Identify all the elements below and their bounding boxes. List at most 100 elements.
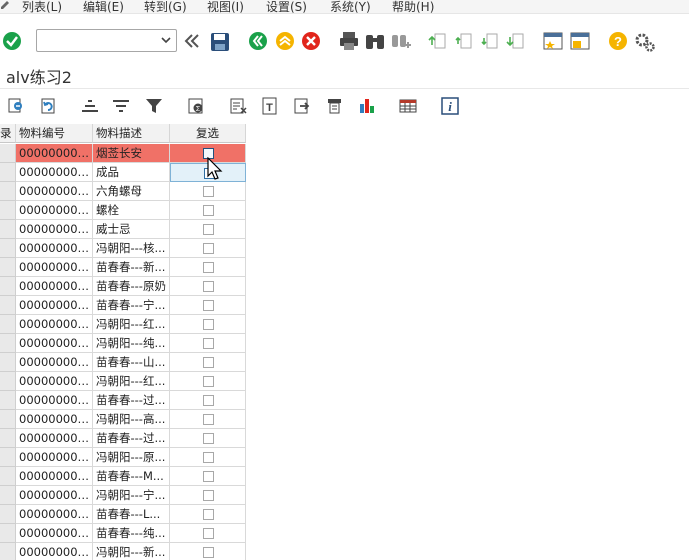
layout-icon[interactable] <box>398 96 418 116</box>
cell-desc[interactable]: 苗春春---山... <box>93 353 170 372</box>
cell-matnr[interactable]: 000000000... <box>16 467 93 486</box>
row-selector[interactable] <box>0 144 16 163</box>
back-icon[interactable] <box>248 31 268 51</box>
cell-checkbox[interactable] <box>170 315 246 334</box>
row-selector[interactable] <box>0 315 16 334</box>
command-field[interactable] <box>36 29 177 52</box>
row-checkbox[interactable] <box>203 224 214 235</box>
cell-desc[interactable]: 冯朝阳---高... <box>93 410 170 429</box>
row-checkbox[interactable] <box>203 528 214 539</box>
row-checkbox[interactable] <box>203 509 214 520</box>
row-selector-header[interactable]: 录 <box>0 124 16 143</box>
local-file-icon[interactable] <box>292 96 312 116</box>
row-checkbox[interactable] <box>203 186 214 197</box>
row-selector[interactable] <box>0 220 16 239</box>
row-checkbox[interactable] <box>203 452 214 463</box>
cell-desc[interactable]: 冯朝阳---原... <box>93 448 170 467</box>
cell-matnr[interactable]: 000000000... <box>16 258 93 277</box>
menu-view[interactable]: 视图(I) <box>207 0 244 13</box>
row-checkbox[interactable] <box>203 490 214 501</box>
cell-checkbox[interactable] <box>170 486 246 505</box>
sort-ascending-icon[interactable] <box>80 96 100 116</box>
menu-list[interactable]: 列表(L) <box>22 0 62 13</box>
column-header-checkbox[interactable]: 复选 <box>170 124 246 143</box>
cell-desc[interactable]: 烟莶长安 <box>93 144 170 163</box>
cell-desc[interactable]: 苗春春---过... <box>93 391 170 410</box>
cell-desc[interactable]: 冯朝阳---红... <box>93 315 170 334</box>
cell-matnr[interactable]: 000000000... <box>16 315 93 334</box>
cell-checkbox[interactable] <box>170 505 246 524</box>
row-selector[interactable] <box>0 239 16 258</box>
row-selector[interactable] <box>0 296 16 315</box>
column-header-desc[interactable]: 物料描述 <box>93 124 170 143</box>
cell-matnr[interactable]: 000000000... <box>16 505 93 524</box>
details-icon[interactable] <box>6 96 26 116</box>
row-selector[interactable] <box>0 163 16 182</box>
cell-matnr[interactable]: 000000000... <box>16 144 93 163</box>
row-selector[interactable] <box>0 467 16 486</box>
row-checkbox[interactable] <box>203 319 214 330</box>
cell-matnr[interactable]: 000000000... <box>16 353 93 372</box>
cell-matnr[interactable]: 000000000... <box>16 429 93 448</box>
cell-desc[interactable]: 冯朝阳---宁... <box>93 486 170 505</box>
cell-checkbox[interactable] <box>170 448 246 467</box>
cell-matnr[interactable]: 000000000... <box>16 296 93 315</box>
cell-desc[interactable]: 苗春春---L... <box>93 505 170 524</box>
row-selector[interactable] <box>0 543 16 560</box>
row-selector[interactable] <box>0 524 16 543</box>
exit-icon[interactable] <box>275 31 295 51</box>
cell-checkbox[interactable] <box>170 391 246 410</box>
double-chevron-left-icon[interactable] <box>182 32 202 50</box>
menu-system[interactable]: 系统(Y) <box>330 0 371 13</box>
row-selector[interactable] <box>0 505 16 524</box>
row-checkbox[interactable] <box>203 300 214 311</box>
next-page-icon[interactable] <box>480 31 500 51</box>
cell-desc[interactable]: 苗春春---新... <box>93 258 170 277</box>
create-session-icon[interactable] <box>542 31 564 51</box>
cell-desc[interactable]: 苗春春---M... <box>93 467 170 486</box>
first-page-icon[interactable] <box>428 31 448 51</box>
row-selector[interactable] <box>0 372 16 391</box>
previous-page-icon[interactable] <box>454 31 474 51</box>
cell-desc[interactable]: 六角螺母 <box>93 182 170 201</box>
cell-checkbox[interactable] <box>170 201 246 220</box>
cell-matnr[interactable]: 000000000... <box>16 391 93 410</box>
cell-desc[interactable]: 冯朝阳---纯... <box>93 334 170 353</box>
help-icon[interactable]: ? <box>608 31 628 51</box>
cell-matnr[interactable]: 000000000... <box>16 182 93 201</box>
export-icon[interactable] <box>228 96 248 116</box>
cell-checkbox[interactable] <box>170 334 246 353</box>
cell-checkbox[interactable] <box>170 410 246 429</box>
cell-checkbox[interactable] <box>170 543 246 560</box>
customize-layout-icon[interactable] <box>634 31 656 53</box>
row-checkbox[interactable] <box>203 243 214 254</box>
cell-desc[interactable]: 冯朝阳---红... <box>93 372 170 391</box>
row-checkbox[interactable] <box>203 376 214 387</box>
shortcut-icon[interactable] <box>569 31 591 51</box>
cell-matnr[interactable]: 000000000... <box>16 334 93 353</box>
row-selector[interactable] <box>0 486 16 505</box>
row-selector[interactable] <box>0 201 16 220</box>
cell-checkbox[interactable] <box>170 353 246 372</box>
cell-matnr[interactable]: 000000000... <box>16 524 93 543</box>
enter-check-icon[interactable] <box>2 31 22 51</box>
cell-desc[interactable]: 成品 <box>93 163 170 182</box>
find-next-icon[interactable] <box>390 31 412 51</box>
sort-descending-icon[interactable] <box>111 96 131 116</box>
row-selector[interactable] <box>0 277 16 296</box>
cell-checkbox[interactable] <box>170 258 246 277</box>
row-checkbox[interactable] <box>203 262 214 273</box>
cell-matnr[interactable]: 000000000... <box>16 372 93 391</box>
cancel-icon[interactable] <box>301 31 321 51</box>
menu-edit[interactable]: 编辑(E) <box>83 0 124 13</box>
row-selector[interactable] <box>0 334 16 353</box>
print-preview-icon[interactable] <box>325 96 345 116</box>
cell-checkbox[interactable] <box>170 467 246 486</box>
chevron-down-icon[interactable] <box>159 33 173 47</box>
cell-desc[interactable]: 苗春春---宁... <box>93 296 170 315</box>
cell-checkbox[interactable] <box>170 182 246 201</box>
last-page-icon[interactable] <box>506 31 526 51</box>
cell-desc[interactable]: 苗春春---过... <box>93 429 170 448</box>
cell-matnr[interactable]: 000000000... <box>16 201 93 220</box>
row-selector[interactable] <box>0 410 16 429</box>
